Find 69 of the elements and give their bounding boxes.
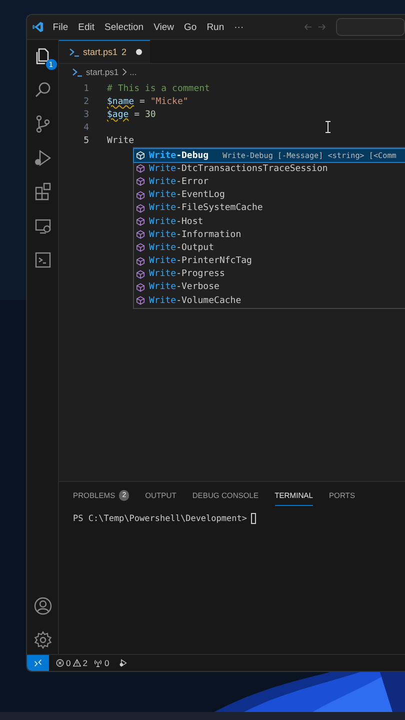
powershell-file-icon — [72, 68, 83, 76]
code-token: "Micke" — [150, 96, 188, 106]
terminal-icon[interactable] — [32, 250, 52, 270]
search-field[interactable] — [336, 18, 405, 36]
code-token: = — [138, 96, 146, 106]
suggestion-item[interactable]: Write-DtcTransactionsTraceSession — [134, 162, 405, 176]
cube-icon — [136, 217, 145, 226]
line-number: 5 — [82, 136, 89, 146]
cube-icon — [136, 151, 145, 160]
line-number: 1 — [82, 84, 89, 94]
code-token: $age — [107, 110, 129, 120]
app-logo-icon — [32, 20, 44, 34]
extensions-icon[interactable] — [32, 182, 52, 202]
menu-item[interactable]: File — [52, 22, 68, 32]
menu-item[interactable]: ··· — [234, 22, 244, 32]
code-token: # This is a comment — [107, 84, 210, 94]
text-cursor-icon — [325, 121, 331, 133]
line-number: 4 — [82, 122, 89, 132]
ports-status[interactable]: 0 — [94, 658, 110, 668]
chevron-icon — [122, 68, 127, 76]
antenna-icon — [94, 659, 102, 667]
settings-icon[interactable] — [32, 630, 52, 650]
cube-icon — [136, 296, 145, 306]
run-icon[interactable] — [119, 659, 128, 667]
powershell-file-icon — [69, 48, 80, 56]
code-token: $name — [107, 96, 134, 106]
suggestion-item[interactable]: Write-VolumeCache — [134, 294, 405, 308]
suggestion-item[interactable]: Write-Progress — [134, 268, 405, 281]
run-debug-icon[interactable] — [32, 148, 52, 168]
cube-icon — [136, 243, 145, 252]
menu-item[interactable]: Edit — [78, 22, 94, 32]
suggestion-item[interactable]: Write-EventLog — [134, 188, 405, 202]
cube-icon — [136, 282, 145, 292]
problems-status[interactable]: 0 2 — [56, 658, 88, 668]
breadcrumb-item[interactable]: ... — [130, 67, 137, 77]
suggestion-item[interactable]: Write-PrinterNfcTag — [134, 254, 405, 268]
terminal-prompt: PS C:\Temp\Powershell\Development> — [73, 514, 247, 524]
remote-icon — [34, 659, 42, 667]
code-token: = — [133, 110, 141, 120]
suggestion-item[interactable]: Write-Output — [134, 241, 405, 254]
menu-item[interactable]: Run — [206, 22, 224, 32]
search-icon[interactable] — [32, 80, 52, 100]
line-number: 3 — [82, 110, 89, 120]
cube-icon — [136, 230, 145, 240]
warning-icon — [72, 659, 81, 667]
menu-item[interactable]: Go — [184, 22, 197, 32]
cube-icon — [136, 256, 145, 266]
remote-button[interactable] — [27, 655, 49, 671]
line-number: 2 — [82, 96, 89, 106]
editor-tab[interactable]: start.ps1 2 — [59, 40, 150, 63]
cube-icon — [136, 204, 145, 213]
suggestion-item[interactable]: Write-Error — [134, 175, 405, 189]
menu-item[interactable]: View — [154, 22, 174, 32]
suggestion-item[interactable]: Write-Information — [134, 228, 405, 242]
unsaved-dot-icon — [136, 49, 142, 55]
cube-icon — [136, 270, 145, 279]
suggestion-item[interactable]: Write-Host — [134, 214, 405, 228]
menu-item[interactable]: Selection — [104, 22, 144, 32]
suggestion-item[interactable]: Write-Verbose — [134, 280, 405, 294]
suggestion-item[interactable]: Write-FileSystemCache — [134, 202, 405, 215]
code-token: 30 — [144, 110, 156, 120]
account-icon[interactable] — [32, 596, 52, 616]
breadcrumb-item[interactable]: start.ps1 — [86, 67, 119, 77]
cube-icon — [136, 177, 145, 186]
cube-icon — [136, 164, 145, 174]
cube-icon — [136, 190, 145, 200]
error-icon — [56, 659, 64, 667]
code-token: Write — [107, 136, 134, 146]
terminal-cursor-icon — [251, 513, 256, 524]
